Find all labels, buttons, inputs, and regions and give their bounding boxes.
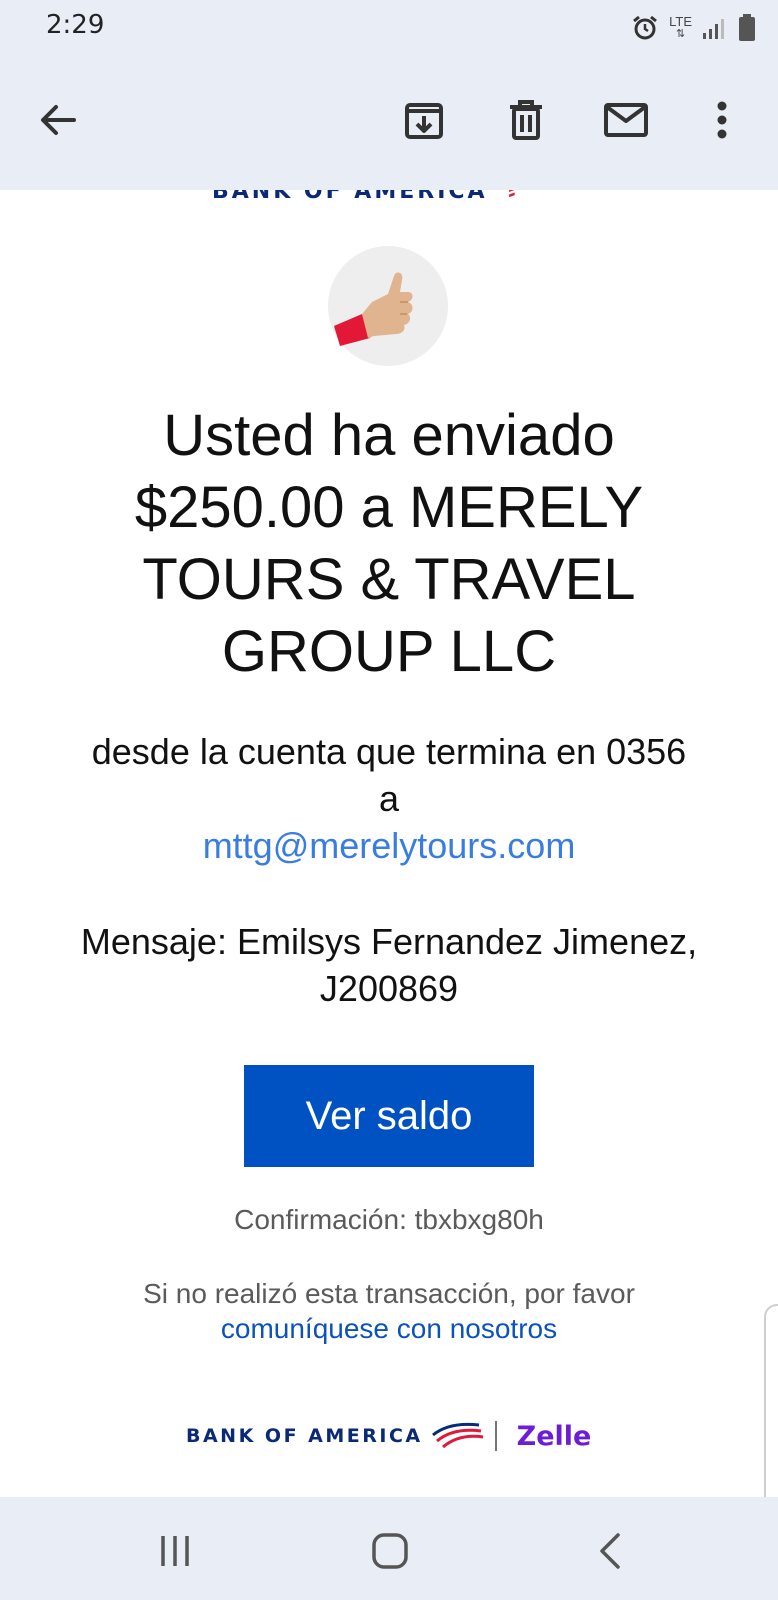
delete-icon bbox=[510, 100, 542, 140]
delete-button[interactable] bbox=[496, 90, 556, 150]
disclaimer-text: Si no realizó esta transacción, por favo… bbox=[143, 1278, 635, 1309]
transfer-detail: desde la cuenta que termina en 0356 a mt… bbox=[80, 728, 698, 869]
status-bar: 2:29 LTE ⇅ bbox=[0, 0, 778, 62]
status-time: 2:29 bbox=[46, 10, 105, 40]
recipient-email-link[interactable]: mttg@merelytours.com bbox=[203, 825, 576, 866]
archive-icon bbox=[405, 103, 443, 139]
back-icon bbox=[600, 1533, 620, 1569]
zelle-logo: Zelle bbox=[516, 1420, 592, 1452]
transfer-headline: Usted ha enviado $250.00 a MERELY TOURS … bbox=[134, 403, 644, 684]
logo-divider bbox=[494, 1421, 497, 1451]
home-button[interactable] bbox=[358, 1519, 422, 1583]
nav-back-button[interactable] bbox=[578, 1519, 642, 1583]
signal-icon bbox=[703, 19, 724, 39]
more-vert-icon bbox=[717, 101, 727, 139]
hero-badge bbox=[328, 246, 448, 366]
email-app-bar bbox=[0, 62, 778, 190]
mark-unread-button[interactable] bbox=[596, 90, 656, 150]
battery-icon bbox=[739, 14, 755, 41]
source-account-text: desde la cuenta que termina en 0356 a bbox=[91, 731, 687, 819]
side-panel-handle[interactable] bbox=[764, 1304, 778, 1497]
home-icon bbox=[372, 1533, 408, 1569]
view-balance-button[interactable]: Ver saldo bbox=[244, 1065, 534, 1167]
bank-of-america-header-logo: BANK OF AMERICA ⸗ bbox=[212, 190, 519, 204]
bank-of-america-flag-icon bbox=[431, 1422, 483, 1449]
archive-button[interactable] bbox=[394, 90, 454, 150]
system-nav-bar bbox=[0, 1497, 778, 1600]
network-type-label: LTE ⇅ bbox=[669, 14, 692, 40]
back-arrow-icon bbox=[41, 105, 76, 135]
footer-logos: BANK OF AMERICA Zelle bbox=[186, 1416, 606, 1456]
disclaimer: Si no realizó esta transacción, por favo… bbox=[80, 1276, 698, 1346]
status-icons: LTE ⇅ bbox=[631, 12, 756, 44]
more-options-button[interactable] bbox=[700, 90, 744, 150]
transfer-message: Mensaje: Emilsys Fernandez Jimenez, J200… bbox=[80, 921, 698, 1009]
confirmation-code: Confirmación: tbxbxg80h bbox=[234, 1204, 544, 1235]
email-body: BANK OF AMERICA ⸗ Usted ha enviado $250.… bbox=[0, 190, 778, 1497]
recent-apps-icon bbox=[161, 1536, 189, 1566]
mark-unread-icon bbox=[604, 103, 648, 137]
recent-apps-button[interactable] bbox=[143, 1519, 207, 1583]
alarm-icon bbox=[633, 15, 658, 40]
back-arrow-button[interactable] bbox=[28, 90, 88, 150]
thumbs-up-icon bbox=[334, 272, 413, 346]
bank-of-america-logo-text: BANK OF AMERICA bbox=[186, 1425, 423, 1447]
contact-us-link[interactable]: comuníquese con nosotros bbox=[221, 1313, 557, 1344]
